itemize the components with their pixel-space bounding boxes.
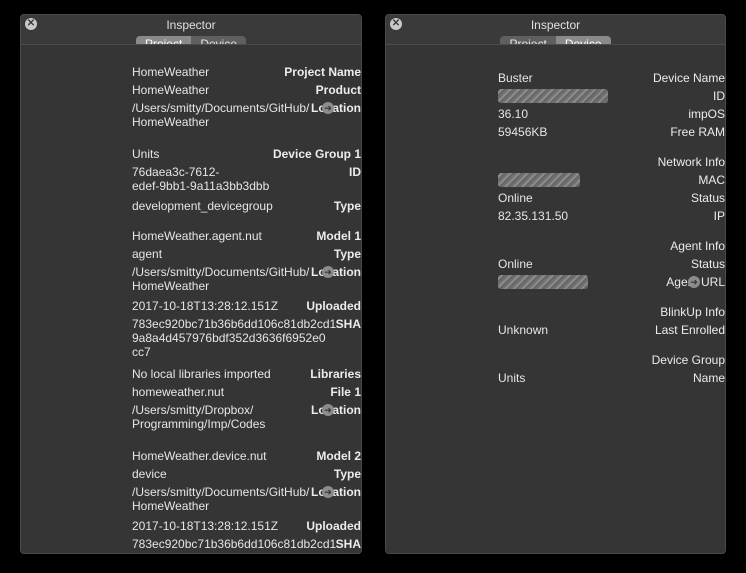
section-label: Device Group bbox=[651, 353, 725, 367]
model1-sha-cont: cc7 bbox=[132, 345, 151, 359]
device-name-value: Buster bbox=[498, 71, 533, 85]
arrow-right-circle-icon[interactable]: ➜ bbox=[688, 276, 700, 288]
redacted-mac bbox=[498, 173, 580, 187]
location-value-cont: HomeWeather bbox=[132, 115, 210, 129]
field-label: Status bbox=[690, 257, 725, 271]
field-label: Libraries bbox=[310, 367, 361, 381]
field-label: IP bbox=[713, 209, 725, 223]
model1-sha-cont: 9a8a4d457976bdf352d3636f6952e0 bbox=[132, 331, 326, 345]
model1-location-cont: HomeWeather bbox=[132, 279, 210, 293]
model2-uploaded-value: 2017-10-18T13:28:12.151Z bbox=[132, 519, 279, 533]
file1-location-value: /Users/smitty/Dropbox/ bbox=[132, 403, 254, 417]
model1-type-value: agent bbox=[132, 247, 163, 261]
redacted-agent-url bbox=[498, 275, 588, 289]
field-label: Project Name bbox=[284, 65, 361, 79]
arrow-right-circle-icon[interactable]: ➜ bbox=[322, 404, 334, 416]
section-label: Network Info bbox=[657, 155, 725, 169]
window-title: Inspector bbox=[166, 18, 216, 32]
project-name-value: HomeWeather bbox=[132, 65, 210, 79]
file1-value: homeweather.nut bbox=[132, 385, 225, 399]
field-label: Device Group 1 bbox=[272, 147, 361, 161]
agent-status-value: Online bbox=[498, 257, 533, 271]
field-label: Name bbox=[692, 371, 725, 385]
device-group-id-value: 76daea3c-7612- bbox=[132, 165, 220, 179]
device-group-value: Units bbox=[132, 147, 160, 161]
field-label: ID bbox=[713, 89, 725, 103]
ip-value: 82.35.131.50 bbox=[498, 209, 569, 223]
arrow-right-circle-icon[interactable]: ➜ bbox=[322, 266, 334, 278]
title-bar: ✕ Inspector Project Device bbox=[386, 15, 725, 52]
field-label: Last Enrolled bbox=[654, 323, 725, 337]
network-status-value: Online bbox=[498, 191, 533, 205]
arrow-right-circle-icon[interactable]: ➜ bbox=[322, 486, 334, 498]
model1-location-value: /Users/smitty/Documents/GitHub/ bbox=[132, 265, 310, 279]
location-value: /Users/smitty/Documents/GitHub/ bbox=[132, 101, 310, 115]
inspector-body: Project Name HomeWeather Product HomeWeath… bbox=[21, 44, 361, 553]
field-label: File 1 bbox=[330, 385, 361, 399]
model2-sha-value: 783ec920bc71b36b6dd106c81db2cd1 bbox=[132, 537, 337, 551]
field-label: Product bbox=[315, 83, 361, 97]
field-label: impOS bbox=[688, 107, 725, 121]
field-label: Agent URL bbox=[666, 275, 725, 289]
field-label: Device Name bbox=[652, 71, 725, 85]
device-group-name-value: Units bbox=[498, 371, 526, 385]
arrow-right-circle-icon[interactable]: ➜ bbox=[322, 102, 334, 114]
model2-location-cont: HomeWeather bbox=[132, 499, 210, 513]
inspector-panel-device: ✕ Inspector Project Device Device Name Bu… bbox=[385, 14, 726, 554]
last-enrolled-value: Unknown bbox=[498, 323, 549, 337]
device-group-type-value: development_devicegroup bbox=[132, 199, 273, 213]
model2-type-value: device bbox=[132, 467, 167, 481]
device-group-id-cont: edef-9bb1-9a11a3bb3dbb bbox=[132, 179, 270, 193]
model2-value: HomeWeather.device.nut bbox=[132, 449, 267, 463]
inspector-panel-project: ✕ Inspector Project Device Project Name H… bbox=[20, 14, 362, 554]
field-label: Model 1 bbox=[316, 229, 361, 243]
field-label: Type bbox=[333, 247, 361, 261]
window-title: Inspector bbox=[530, 18, 581, 32]
model1-value: HomeWeather.agent.nut bbox=[132, 229, 262, 243]
section-label: BlinkUp Info bbox=[660, 305, 725, 319]
field-label: MAC bbox=[698, 173, 725, 187]
field-label: Model 2 bbox=[316, 449, 361, 463]
impos-value: 36.10 bbox=[498, 107, 529, 121]
file1-location-cont: Programming/Imp/Codes bbox=[132, 417, 266, 431]
redacted-device-id bbox=[498, 89, 608, 103]
field-label: Type bbox=[333, 467, 361, 481]
product-value: HomeWeather bbox=[132, 83, 210, 97]
libraries-value: No local libraries imported bbox=[132, 367, 271, 381]
field-label: Status bbox=[690, 191, 725, 205]
inspector-body: Device Name Buster ID impOS 36.10 Free RAM… bbox=[386, 44, 725, 553]
section-label: Agent Info bbox=[670, 239, 725, 253]
model1-sha-value: 783ec920bc71b36b6dd106c81db2cd1 bbox=[132, 317, 337, 331]
title-bar: ✕ Inspector Project Device bbox=[21, 15, 361, 52]
field-label: Free RAM bbox=[670, 125, 725, 139]
free-ram-value: 59456KB bbox=[498, 125, 548, 139]
model1-uploaded-value: 2017-10-18T13:28:12.151Z bbox=[132, 299, 279, 313]
field-label: ID bbox=[349, 165, 361, 179]
field-label: Location bbox=[311, 403, 361, 417]
model2-location-value: /Users/smitty/Documents/GitHub/ bbox=[132, 485, 310, 499]
